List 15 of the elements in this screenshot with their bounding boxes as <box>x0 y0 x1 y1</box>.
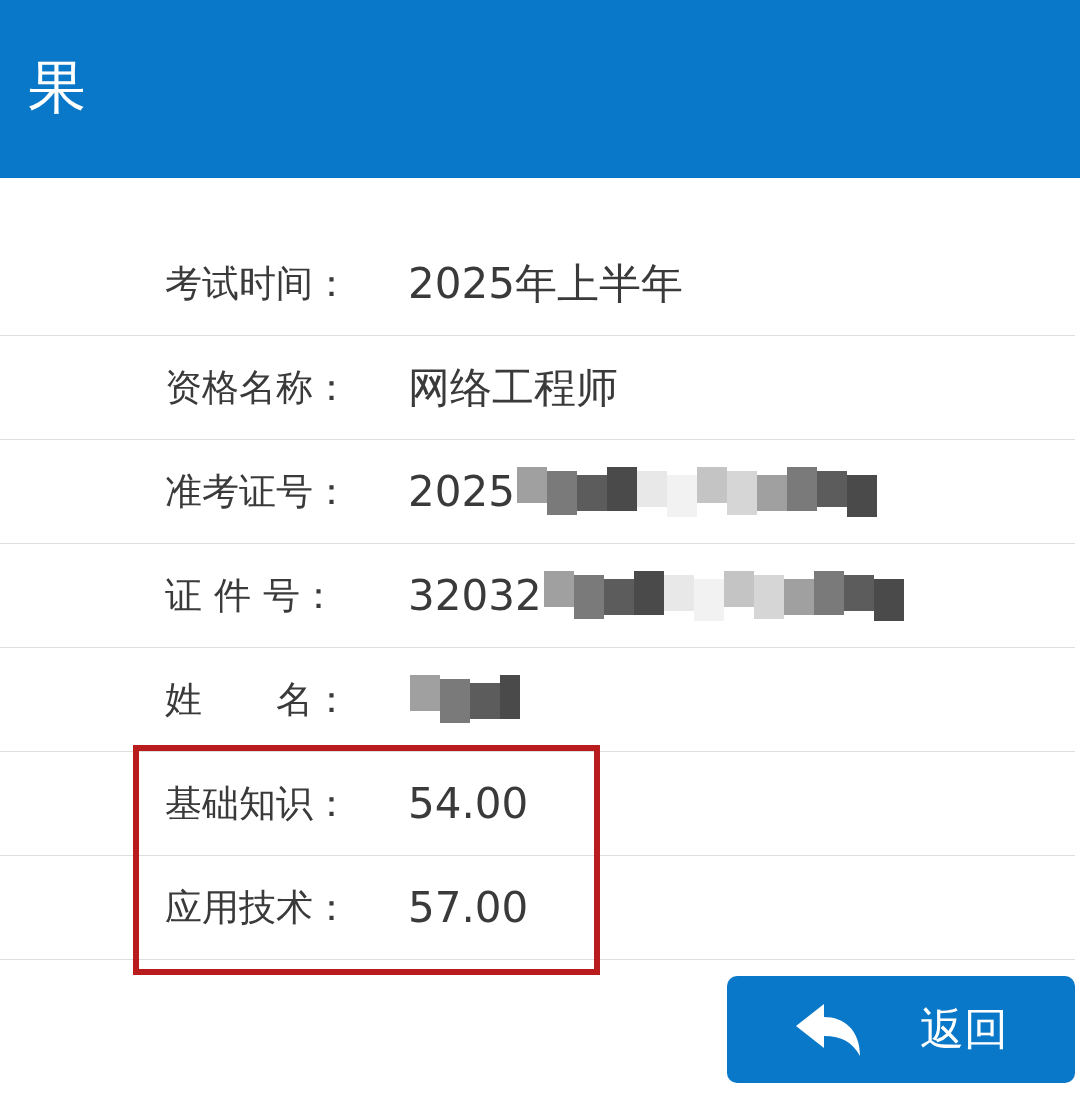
field-label: 应用技术： <box>165 884 351 931</box>
back-button[interactable]: 返回 <box>727 976 1075 1083</box>
field-value: 54.00 <box>408 779 529 828</box>
field-value: 57.00 <box>408 883 529 932</box>
field-label: 证 件 号： <box>165 572 338 619</box>
field-value: 网络工程师 <box>408 361 618 414</box>
field-value: 2025 <box>408 467 515 516</box>
field-value: 2025年上半年 <box>408 257 683 310</box>
field-label: 基础知识： <box>165 780 351 827</box>
field-label: 资格名称： <box>165 364 351 411</box>
field-label: 考试时间： <box>165 260 351 307</box>
page-title: 果 <box>28 52 86 123</box>
field-label: 准考证号： <box>165 468 351 515</box>
field-value: 32032 <box>408 571 542 620</box>
field-label: 姓 名： <box>165 676 351 723</box>
